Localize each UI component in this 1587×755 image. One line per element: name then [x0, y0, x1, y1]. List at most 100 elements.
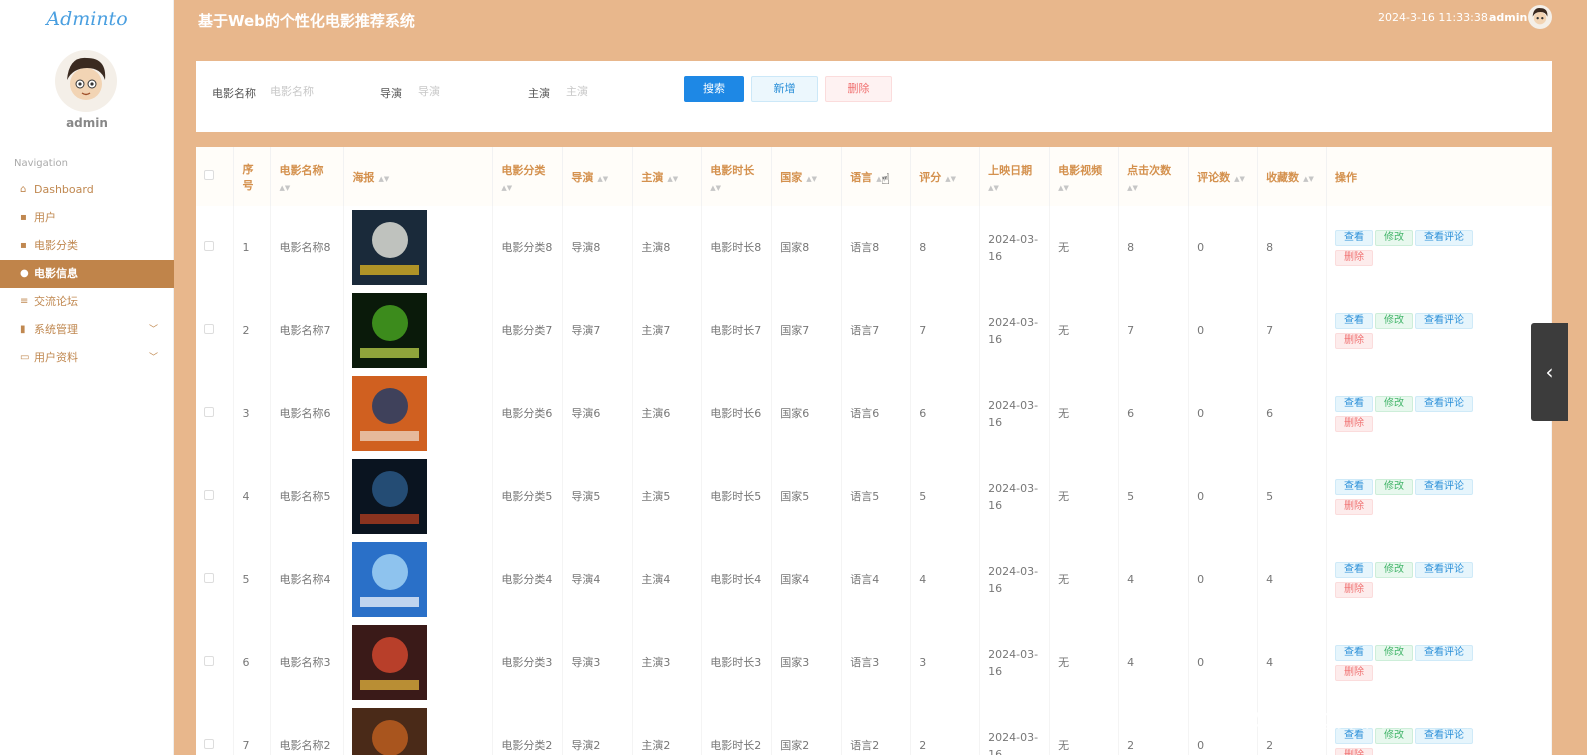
sort-icon[interactable]: ▲▼: [710, 184, 763, 192]
row-delete-button[interactable]: 删除: [1335, 581, 1374, 598]
add-button[interactable]: 新增: [751, 76, 818, 102]
row-checkbox[interactable]: [204, 739, 214, 749]
poster-image[interactable]: [352, 376, 428, 451]
sort-icon[interactable]: ▲▼: [988, 184, 1041, 192]
col-header[interactable]: 导演 ▲▼: [562, 147, 634, 206]
col-header[interactable]: 电影分类 ▲▼: [492, 147, 564, 206]
poster-image[interactable]: [352, 293, 428, 368]
row-select-cell[interactable]: [196, 289, 235, 372]
row-select-cell[interactable]: [196, 704, 235, 755]
sort-icon[interactable]: ▲▼: [378, 175, 389, 183]
sidebar-item-system[interactable]: ▮ 系统管理 ﹀: [0, 316, 174, 344]
col-header[interactable]: 评论数 ▲▼: [1188, 147, 1259, 206]
collapse-panel-toggle[interactable]: ‹: [1531, 323, 1568, 421]
row-checkbox[interactable]: [204, 573, 214, 583]
sort-icon[interactable]: ▲▼: [597, 175, 608, 183]
poster-image[interactable]: [352, 210, 428, 285]
col-header[interactable]: 电影视频 ▲▼: [1049, 147, 1120, 206]
sort-icon[interactable]: ▲▼: [667, 175, 678, 183]
poster-image[interactable]: [352, 625, 428, 700]
row-select-cell[interactable]: [196, 206, 235, 289]
col-header[interactable]: 收藏数 ▲▼: [1257, 147, 1328, 206]
sidebar-item-forum[interactable]: ≡ 交流论坛: [0, 288, 174, 316]
row-checkbox[interactable]: [204, 241, 214, 251]
edit-button[interactable]: 修改: [1375, 229, 1414, 246]
header-username[interactable]: admin: [1489, 11, 1527, 24]
poster-image[interactable]: [352, 459, 428, 534]
row-checkbox[interactable]: [204, 324, 214, 334]
cell-movie-name: 电影名称4: [270, 538, 345, 621]
col-header[interactable]: 序号: [233, 147, 272, 206]
edit-button[interactable]: 修改: [1375, 312, 1414, 329]
view-comments-button[interactable]: 查看评论: [1415, 229, 1474, 246]
col-header[interactable]: 电影名称 ▲▼: [270, 147, 345, 206]
view-button[interactable]: 查看: [1335, 561, 1374, 578]
view-comments-button[interactable]: 查看评论: [1415, 561, 1474, 578]
poster-image[interactable]: [352, 542, 428, 617]
view-comments-button[interactable]: 查看评论: [1415, 312, 1474, 329]
row-select-cell[interactable]: [196, 538, 235, 621]
col-header[interactable]: 上映日期 ▲▼: [979, 147, 1051, 206]
row-select-cell[interactable]: [196, 621, 235, 704]
view-button[interactable]: 查看: [1335, 312, 1374, 329]
select-all-cell[interactable]: [196, 147, 235, 206]
sidebar-item-dashboard[interactable]: ⌂ Dashboard: [0, 176, 174, 204]
row-select-cell[interactable]: [196, 455, 235, 538]
sort-icon[interactable]: ▲▼: [806, 175, 817, 183]
edit-button[interactable]: 修改: [1375, 644, 1414, 661]
col-header[interactable]: 主演 ▲▼: [632, 147, 703, 206]
row-delete-button[interactable]: 删除: [1335, 498, 1374, 515]
col-header[interactable]: 海报 ▲▼: [343, 147, 494, 206]
cell-text: 语言6: [850, 407, 880, 420]
director-input[interactable]: [418, 81, 508, 101]
edit-button[interactable]: 修改: [1375, 478, 1414, 495]
sort-icon[interactable]: ▲▼: [1058, 184, 1110, 192]
view-comments-button[interactable]: 查看评论: [1415, 644, 1474, 661]
delete-button[interactable]: 删除: [825, 76, 892, 102]
view-button[interactable]: 查看: [1335, 395, 1374, 412]
view-comments-button[interactable]: 查看评论: [1415, 395, 1474, 412]
search-button[interactable]: 搜索: [684, 76, 744, 102]
cell-index: 5: [233, 538, 272, 621]
col-header[interactable]: 语言 ▲▼: [841, 147, 912, 206]
row-delete-button[interactable]: 删除: [1335, 332, 1374, 349]
sidebar-item-movie-info[interactable]: ● 电影信息: [0, 260, 174, 288]
sort-icon[interactable]: ▲▼: [1234, 175, 1245, 183]
edit-button[interactable]: 修改: [1375, 395, 1414, 412]
cell-comment-count: 0: [1188, 372, 1259, 455]
row-delete-button[interactable]: 删除: [1335, 747, 1374, 755]
poster-image[interactable]: [352, 708, 428, 755]
row-checkbox[interactable]: [204, 656, 214, 666]
sort-icon[interactable]: ▲▼: [1303, 175, 1314, 183]
cell-text: 4: [242, 490, 250, 503]
movie-name-input[interactable]: [270, 81, 360, 101]
view-button[interactable]: 查看: [1335, 644, 1374, 661]
col-header[interactable]: 评分 ▲▼: [910, 147, 981, 206]
row-delete-button[interactable]: 删除: [1335, 249, 1374, 266]
col-header[interactable]: 电影时长 ▲▼: [701, 147, 773, 206]
view-button[interactable]: 查看: [1335, 478, 1374, 495]
view-button[interactable]: 查看: [1335, 229, 1374, 246]
row-checkbox[interactable]: [204, 490, 214, 500]
select-all-checkbox[interactable]: [204, 170, 214, 180]
cell-category: 电影分类8: [492, 206, 564, 289]
cell-duration: 电影时长7: [701, 289, 773, 372]
sidebar-item-profile[interactable]: ▭ 用户资料 ﹀: [0, 344, 174, 372]
row-delete-button[interactable]: 删除: [1335, 664, 1374, 681]
row-delete-button[interactable]: 删除: [1335, 415, 1374, 432]
sort-icon[interactable]: ▲▼: [1127, 184, 1180, 192]
sort-icon[interactable]: ▲▼: [279, 184, 335, 192]
sidebar-item-users[interactable]: ▪ 用户: [0, 204, 174, 232]
actor-input[interactable]: [566, 81, 656, 101]
row-select-cell[interactable]: [196, 372, 235, 455]
sidebar-item-movie-category[interactable]: ▪ 电影分类: [0, 232, 174, 260]
col-header[interactable]: 国家 ▲▼: [771, 147, 843, 206]
view-comments-button[interactable]: 查看评论: [1415, 478, 1474, 495]
edit-button[interactable]: 修改: [1375, 561, 1414, 578]
app-logo[interactable]: Adminto: [0, 8, 174, 30]
col-header[interactable]: 点击次数 ▲▼: [1118, 147, 1190, 206]
row-checkbox[interactable]: [204, 407, 214, 417]
sort-icon[interactable]: ▲▼: [945, 175, 956, 183]
sort-icon[interactable]: ▲▼: [501, 184, 554, 192]
header-avatar[interactable]: [1528, 5, 1552, 29]
